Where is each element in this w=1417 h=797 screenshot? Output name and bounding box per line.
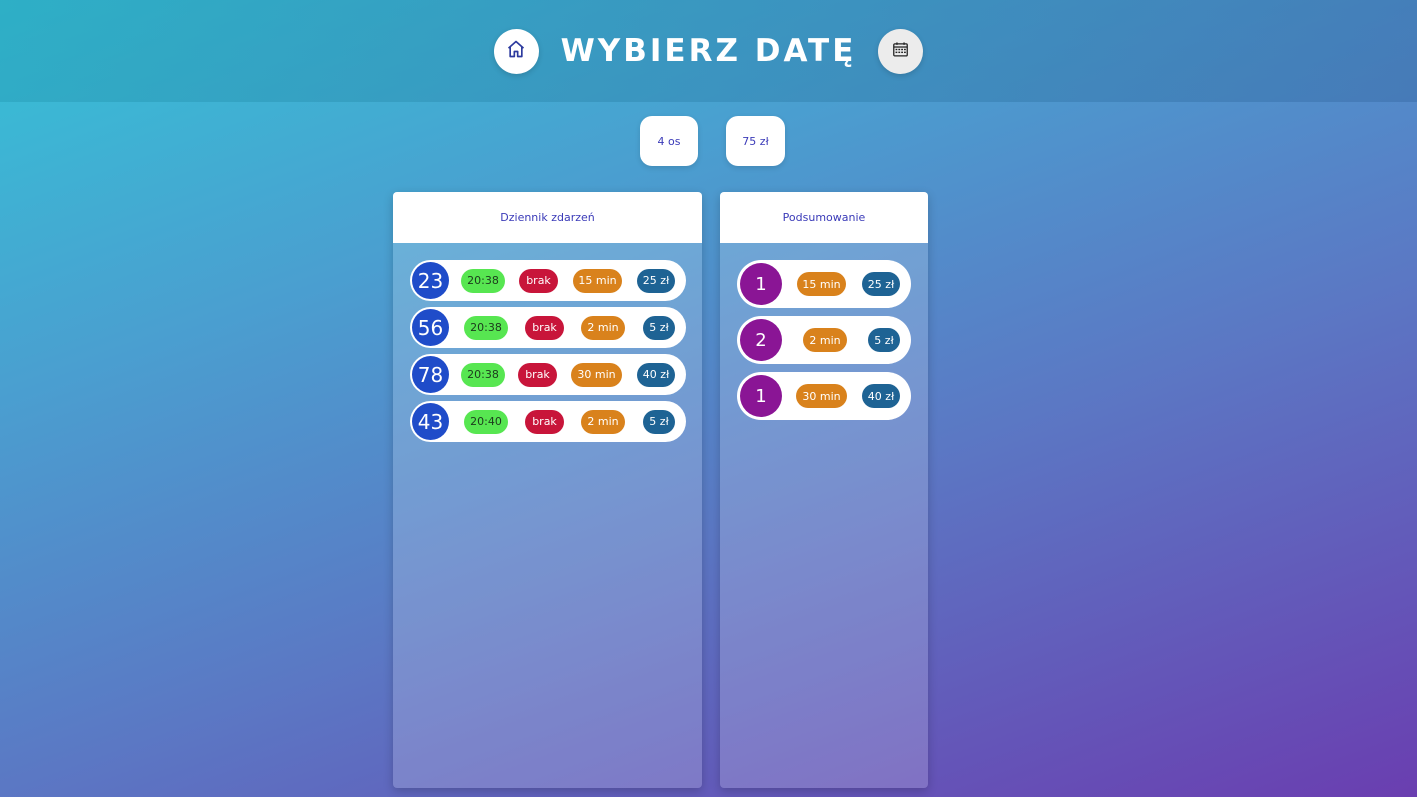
event-duration: 2 min bbox=[581, 409, 625, 434]
event-number-badge: 78 bbox=[412, 356, 449, 393]
summary-price: 5 zł bbox=[868, 328, 900, 352]
home-icon bbox=[506, 39, 526, 63]
event-time: 20:38 bbox=[464, 315, 508, 340]
summary-row[interactable]: 1 15 min 25 zł bbox=[737, 260, 911, 308]
event-row[interactable]: 78 20:38 brak 30 min 40 zł bbox=[410, 354, 686, 395]
event-price: 25 zł bbox=[637, 268, 675, 293]
event-row[interactable]: 43 20:40 brak 2 min 5 zł bbox=[410, 401, 686, 442]
summary-count-badge: 2 bbox=[740, 319, 782, 361]
summary-row[interactable]: 2 2 min 5 zł bbox=[737, 316, 911, 364]
event-price: 40 zł bbox=[637, 362, 675, 387]
summary-list: 1 15 min 25 zł 2 2 min 5 zł 1 30 min 40 … bbox=[720, 243, 928, 420]
event-log-list: 23 20:38 brak 15 min 25 zł 56 20:38 brak… bbox=[393, 243, 702, 442]
event-status: brak bbox=[519, 268, 558, 293]
event-status: brak bbox=[525, 315, 564, 340]
event-row[interactable]: 23 20:38 brak 15 min 25 zł bbox=[410, 260, 686, 301]
event-number-badge: 56 bbox=[412, 309, 449, 346]
summary-price: 25 zł bbox=[862, 272, 900, 296]
summary-count-badge: 1 bbox=[740, 263, 782, 305]
event-price: 5 zł bbox=[643, 409, 675, 434]
event-number-badge: 23 bbox=[412, 262, 449, 299]
summary-duration: 2 min bbox=[803, 328, 847, 352]
event-number-badge: 43 bbox=[412, 403, 449, 440]
home-button[interactable] bbox=[493, 28, 539, 74]
event-status: brak bbox=[525, 409, 564, 434]
summary-duration: 30 min bbox=[796, 384, 847, 408]
top-bar: WYBIERZ DATĘ bbox=[0, 0, 1417, 102]
summary-count-badge: 1 bbox=[740, 375, 782, 417]
event-row[interactable]: 56 20:38 brak 2 min 5 zł bbox=[410, 307, 686, 348]
people-count-card: 4 os bbox=[640, 116, 698, 166]
summary-title: Podsumowanie bbox=[720, 192, 928, 243]
summary-panel: Podsumowanie 1 15 min 25 zł 2 2 min 5 zł… bbox=[720, 192, 928, 788]
event-time: 20:38 bbox=[461, 362, 505, 387]
summary-row[interactable]: 1 30 min 40 zł bbox=[737, 372, 911, 420]
calendar-button[interactable] bbox=[878, 28, 924, 74]
event-time: 20:38 bbox=[461, 268, 505, 293]
page-title: WYBIERZ DATĘ bbox=[560, 33, 857, 69]
summary-duration: 15 min bbox=[797, 272, 846, 296]
event-time: 20:40 bbox=[464, 409, 508, 434]
event-status: brak bbox=[518, 362, 557, 387]
total-price-card: 75 zł bbox=[726, 116, 785, 166]
stats-bar: 4 os 75 zł bbox=[0, 116, 1417, 166]
calendar-icon bbox=[892, 41, 909, 62]
event-duration: 15 min bbox=[573, 268, 622, 293]
event-price: 5 zł bbox=[643, 315, 675, 340]
event-duration: 30 min bbox=[571, 362, 622, 387]
event-duration: 2 min bbox=[581, 315, 625, 340]
event-log-panel: Dziennik zdarzeń 23 20:38 brak 15 min 25… bbox=[393, 192, 702, 788]
summary-price: 40 zł bbox=[862, 384, 900, 408]
event-log-title: Dziennik zdarzeń bbox=[393, 192, 702, 243]
